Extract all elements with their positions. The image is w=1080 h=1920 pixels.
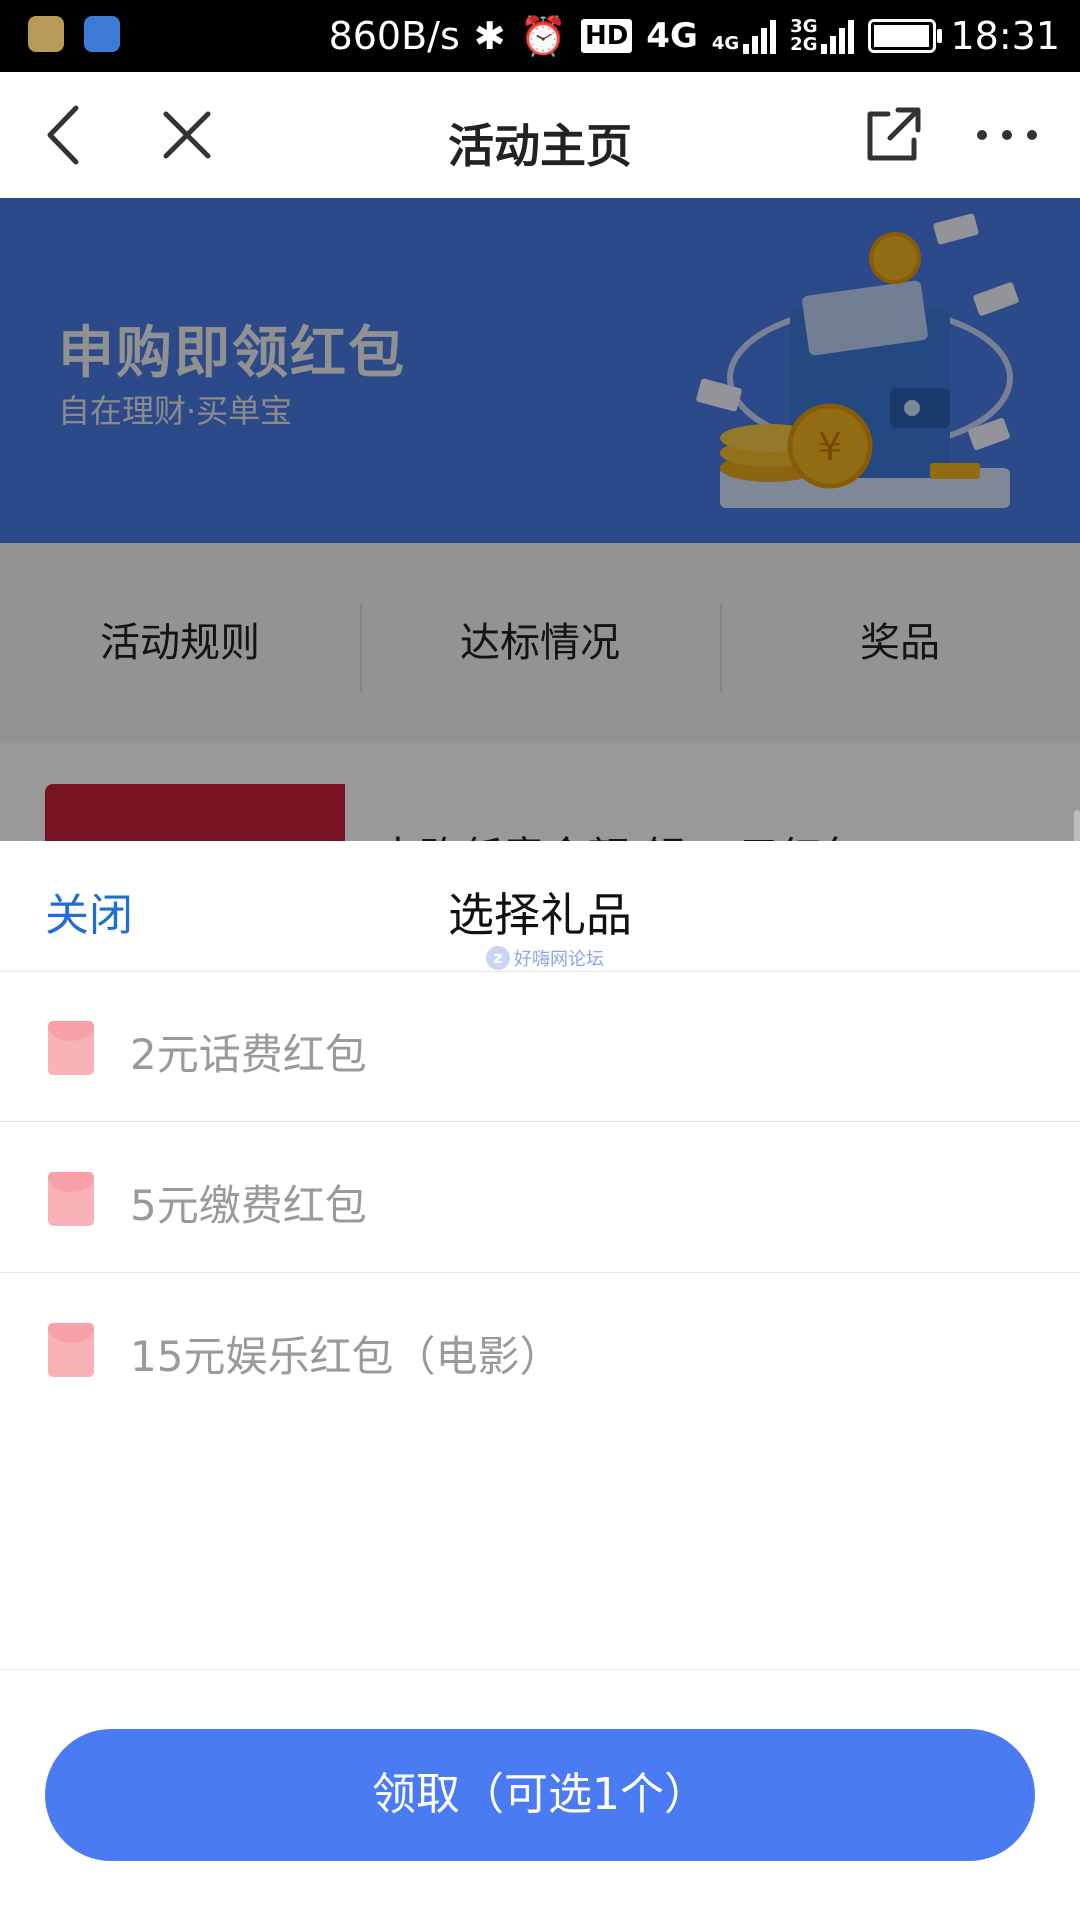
signal-bars-icon xyxy=(743,18,777,54)
gift-option[interactable]: 5元缴费红包 xyxy=(0,1122,1080,1273)
gift-label: 15元娱乐红包（电影） xyxy=(130,1332,562,1381)
gift-option[interactable]: 15元娱乐红包（电影） xyxy=(0,1273,1080,1423)
network-4g: 4G xyxy=(646,16,698,56)
baidu-app-icon xyxy=(84,16,120,52)
red-envelope-icon xyxy=(48,1021,94,1075)
hd-badge: HD xyxy=(580,19,633,53)
watermark-logo-icon: z xyxy=(486,946,510,970)
red-envelope-icon xyxy=(48,1172,94,1226)
status-bar: 860B/s ✱ ⏰ HD 4G 4G 3G 2G 18:31 xyxy=(0,0,1080,72)
sheet-header: 关闭 选择礼品 z 好嗨网论坛 xyxy=(0,841,1080,972)
footer-divider xyxy=(0,1669,1080,1670)
alarm-icon: ⏰ xyxy=(519,13,567,58)
gift-selection-sheet: 关闭 选择礼品 z 好嗨网论坛 2元话费红包 5元缴费红包 15元娱乐红包（电影… xyxy=(0,841,1080,1920)
gift-option[interactable]: 2元话费红包 xyxy=(0,971,1080,1122)
red-envelope-icon xyxy=(48,1323,94,1377)
modal-overlay[interactable] xyxy=(0,198,1080,841)
nav-bar: 活动主页 xyxy=(0,72,1080,198)
sheet-title: 选择礼品 xyxy=(448,888,632,942)
gift-label: 2元话费红包 xyxy=(130,1030,367,1079)
network-4g-signal: 4G xyxy=(712,18,777,54)
share-icon[interactable] xyxy=(858,100,928,170)
gift-label: 5元缴费红包 xyxy=(130,1181,367,1230)
clock: 18:31 xyxy=(950,14,1060,58)
battery-icon xyxy=(868,19,943,53)
more-icon[interactable] xyxy=(972,100,1042,170)
net-speed: 860B/s xyxy=(328,14,460,58)
network-3g2g-signal: 3G 2G xyxy=(790,18,855,54)
claim-button[interactable]: 领取（可选1个） xyxy=(45,1729,1035,1861)
watermark: z 好嗨网论坛 xyxy=(486,945,604,971)
message-app-icon xyxy=(28,16,64,52)
gift-list: 2元话费红包 5元缴费红包 15元娱乐红包（电影） xyxy=(0,971,1080,1423)
bluetooth-icon: ✱ xyxy=(473,14,506,58)
